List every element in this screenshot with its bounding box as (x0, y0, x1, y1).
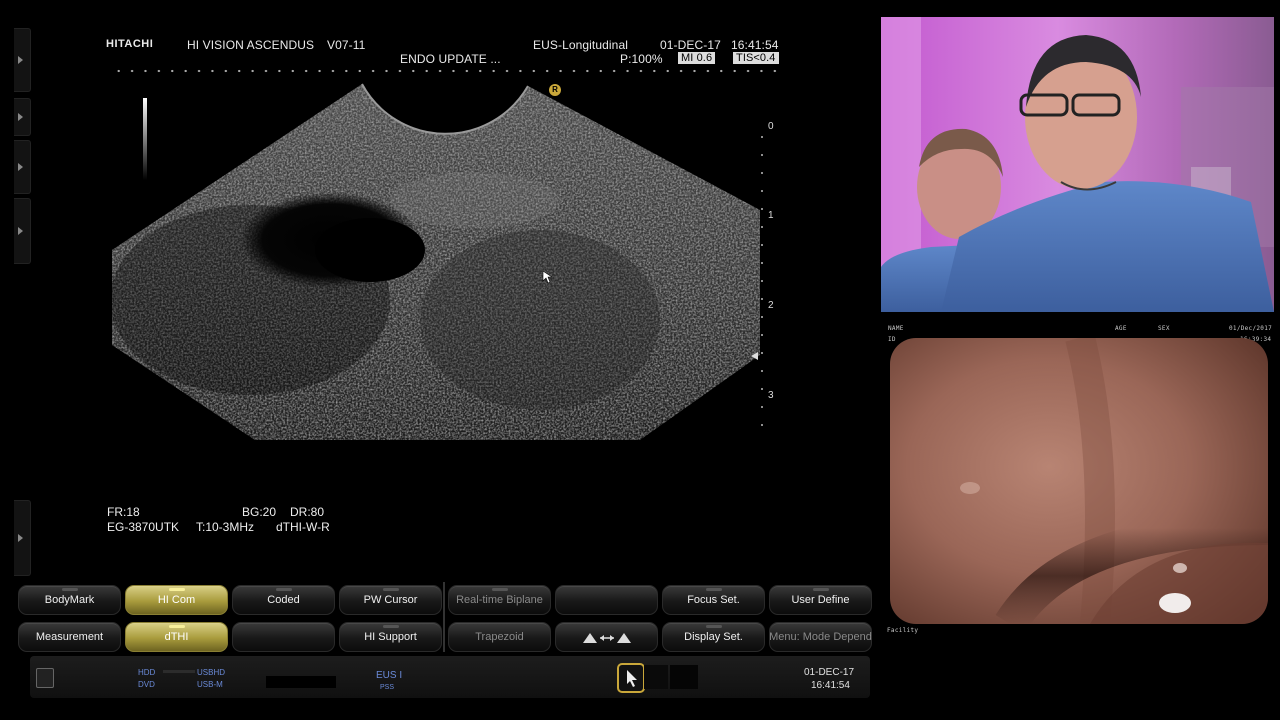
patient-sex-label: SEX (1158, 325, 1170, 332)
status-date: 01-DEC-17 (804, 667, 855, 678)
storage-icon (36, 668, 54, 688)
focus-depth-marker-icon[interactable] (751, 352, 758, 360)
trapezoid-button[interactable]: Trapezoid (448, 622, 551, 652)
blank-button-r2-3[interactable] (232, 622, 335, 652)
tool-slot-2[interactable] (644, 665, 668, 689)
patient-age-label: AGE (1115, 325, 1127, 332)
pointer-mode-button[interactable] (617, 663, 645, 693)
mouse-cursor-icon (542, 270, 552, 284)
display-set-button[interactable]: Display Set. (662, 622, 765, 652)
depth-ticks (761, 128, 763, 442)
progress-slot (266, 676, 336, 688)
depth-label-2: 2 (768, 300, 774, 311)
endo-date: 01/Dec/2017 (1229, 325, 1273, 332)
endoscopy-video-feed (890, 338, 1268, 624)
dynamic-range: DR:80 (290, 505, 325, 519)
depth-label-3: 3 (768, 390, 774, 401)
tool-slot-3[interactable] (670, 665, 698, 689)
focus-set-button[interactable]: Focus Set. (662, 585, 765, 615)
pw-cursor-button[interactable]: PW Cursor (339, 585, 442, 615)
depth-label-0: 0 (768, 121, 774, 132)
usbhd-indicator: USBHD (197, 668, 226, 677)
blank-button-r1-6[interactable] (555, 585, 658, 615)
user-define-button[interactable]: User Define (769, 585, 872, 615)
bodymark-button[interactable]: BodyMark (18, 585, 121, 615)
frame-rate: FR:18 (107, 505, 140, 519)
dvd-indicator: DVD (138, 680, 155, 689)
facility-label: Facility (887, 627, 919, 634)
realtime-biplane-button[interactable]: Real-time Biplane (448, 585, 551, 615)
hi-support-button[interactable]: HI Support (339, 622, 442, 652)
button-divider (443, 582, 445, 652)
eus-preset: EUS I (376, 670, 403, 681)
focus-marker-icon: R (549, 84, 561, 96)
status-time: 16:41:54 (811, 680, 850, 691)
hdd-indicator: HDD (138, 668, 156, 677)
image-flip-button[interactable] (555, 622, 658, 652)
depth-label-1: 1 (768, 210, 774, 221)
flip-arrows-icon (582, 633, 631, 643)
probe-model: EG-3870UTK (107, 520, 180, 534)
arrow-pointer-icon (627, 670, 637, 687)
pss-indicator: PSS (380, 684, 395, 691)
gain-readout: BG:20 (242, 505, 277, 519)
probe-frequency: T:10-3MHz (196, 520, 255, 534)
status-bar: HDD USBHD DVD USB-M EUS I PSS 01-DEC-17 … (30, 656, 870, 698)
presenter-video-feed (881, 17, 1274, 312)
measurement-button[interactable]: Measurement (18, 622, 121, 652)
thi-mode: dTHI-W-R (276, 520, 330, 534)
coded-button[interactable]: Coded (232, 585, 335, 615)
hdd-usage-bar (163, 670, 195, 673)
ultrasound-image (112, 83, 760, 440)
hi-com-button[interactable]: HI Com (125, 585, 228, 615)
usbm-indicator: USB-M (197, 680, 223, 689)
dthi-button[interactable]: dTHI (125, 622, 228, 652)
patient-name-label: NAME (888, 325, 904, 332)
menu-mode-depend-button[interactable]: Menu: Mode Depend (769, 622, 872, 652)
